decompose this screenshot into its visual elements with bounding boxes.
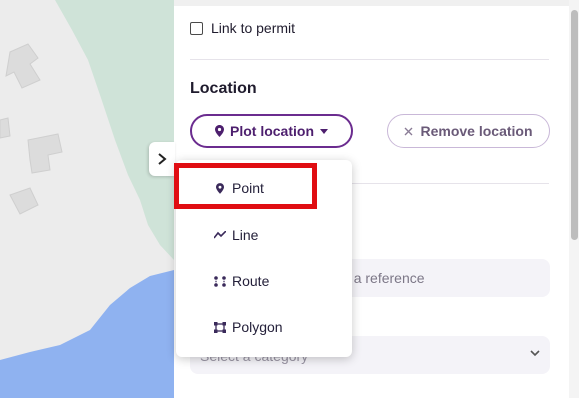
map-pin-icon bbox=[215, 125, 224, 137]
location-title: Location bbox=[190, 80, 257, 97]
remove-location-label: Remove location bbox=[420, 123, 533, 139]
divider bbox=[190, 59, 549, 60]
scrollbar-track[interactable] bbox=[569, 0, 579, 398]
menu-item-route[interactable]: Route bbox=[176, 261, 352, 301]
caret-down-icon bbox=[320, 128, 328, 134]
remove-location-button[interactable]: Remove location bbox=[387, 114, 550, 148]
menu-item-label: Route bbox=[232, 273, 270, 289]
link-to-permit-label: Link to permit bbox=[211, 20, 296, 36]
scrollbar-thumb[interactable] bbox=[571, 10, 578, 240]
menu-item-polygon[interactable]: Polygon bbox=[176, 307, 352, 347]
link-to-permit-row[interactable]: Link to permit bbox=[190, 20, 295, 36]
menu-item-label: Polygon bbox=[232, 319, 283, 335]
map-view[interactable] bbox=[0, 0, 174, 398]
chevron-down-icon bbox=[530, 350, 540, 357]
collapse-panel-button[interactable] bbox=[149, 142, 175, 176]
plot-location-dropdown: Point Line Route Polygon bbox=[176, 160, 352, 357]
link-to-permit-checkbox[interactable] bbox=[190, 21, 203, 35]
menu-item-label: Point bbox=[232, 180, 264, 196]
polygon-icon bbox=[214, 321, 226, 333]
map-pin-icon bbox=[214, 182, 226, 194]
plot-location-button[interactable]: Plot location bbox=[190, 114, 353, 148]
map-canvas[interactable] bbox=[0, 0, 174, 398]
close-icon bbox=[404, 127, 413, 135]
menu-item-line[interactable]: Line bbox=[176, 215, 352, 255]
panel-top-shade bbox=[174, 0, 579, 6]
menu-item-point[interactable]: Point bbox=[176, 168, 352, 208]
line-icon bbox=[214, 231, 226, 239]
plot-location-label: Plot location bbox=[230, 123, 314, 139]
chevron-right-icon bbox=[158, 153, 167, 165]
route-icon bbox=[214, 275, 226, 287]
menu-item-label: Line bbox=[232, 227, 259, 243]
